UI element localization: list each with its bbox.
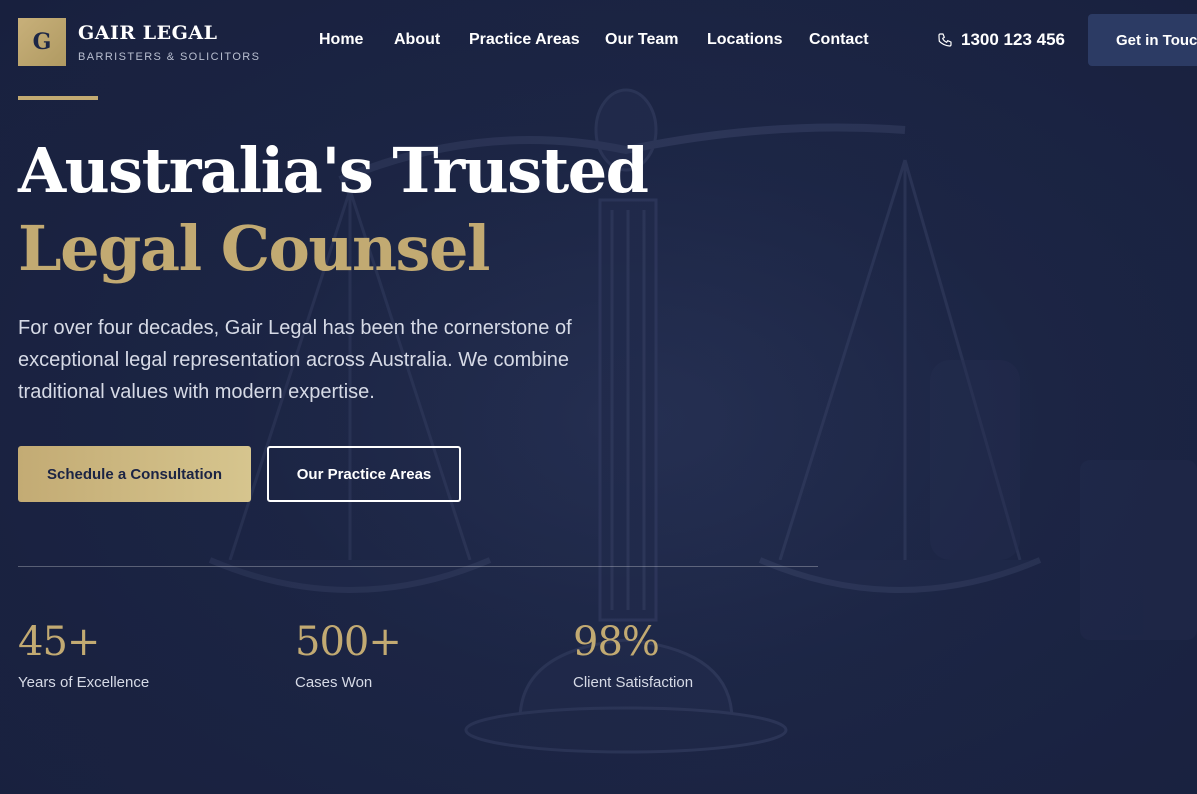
phone-icon bbox=[938, 33, 952, 47]
nav-item-practice-areas[interactable]: Practice Areas bbox=[469, 31, 580, 49]
stat-value: 98% bbox=[573, 619, 660, 665]
hero-lead: For over four decades, Gair Legal has be… bbox=[18, 317, 572, 403]
brand-subtitle: BARRISTERS & SOLICITORS bbox=[78, 51, 261, 63]
schedule-consultation-button[interactable]: Schedule a Consultation bbox=[18, 446, 251, 502]
nav-item-contact[interactable]: Contact bbox=[809, 31, 869, 49]
practice-areas-button[interactable]: Our Practice Areas bbox=[267, 446, 461, 502]
nav-item-locations[interactable]: Locations bbox=[707, 31, 783, 49]
get-in-touch-label: Get in Touch bbox=[1116, 31, 1197, 49]
headline-gold: Legal Counsel bbox=[18, 212, 490, 285]
get-in-touch-button[interactable]: Get in Touch bbox=[1088, 14, 1197, 66]
accent-line bbox=[18, 96, 98, 100]
stat-cases: 500+ Cases Won bbox=[295, 618, 402, 691]
schedule-consultation-label: Schedule a Consultation bbox=[46, 465, 223, 483]
stat-value: 45+ bbox=[18, 619, 100, 665]
logo-mark[interactable]: G bbox=[18, 18, 66, 66]
practice-areas-label: Our Practice Areas bbox=[296, 465, 432, 483]
stats-divider bbox=[18, 566, 818, 567]
nav-item-home[interactable]: Home bbox=[319, 31, 363, 49]
logo-letter: G bbox=[32, 29, 52, 55]
nav-item-our-team[interactable]: Our Team bbox=[605, 31, 679, 49]
headline-white: Australia's Trusted bbox=[18, 134, 649, 207]
nav-item-about[interactable]: About bbox=[394, 31, 440, 49]
hero-headline: Australia's Trusted Legal Counsel bbox=[18, 132, 818, 288]
stat-years: 45+ Years of Excellence bbox=[18, 618, 149, 691]
stat-label: Cases Won bbox=[295, 674, 373, 691]
brand-name[interactable]: GAIR LEGAL bbox=[78, 22, 217, 44]
phone-number: 1300 123 456 bbox=[961, 30, 1065, 49]
stat-satisfaction: 98% Client Satisfaction bbox=[573, 618, 693, 691]
stat-label: Client Satisfaction bbox=[573, 674, 694, 691]
stat-value: 500+ bbox=[295, 619, 402, 665]
phone-link[interactable]: 1300 123 456 bbox=[937, 30, 1065, 50]
stat-label: Years of Excellence bbox=[18, 674, 150, 691]
